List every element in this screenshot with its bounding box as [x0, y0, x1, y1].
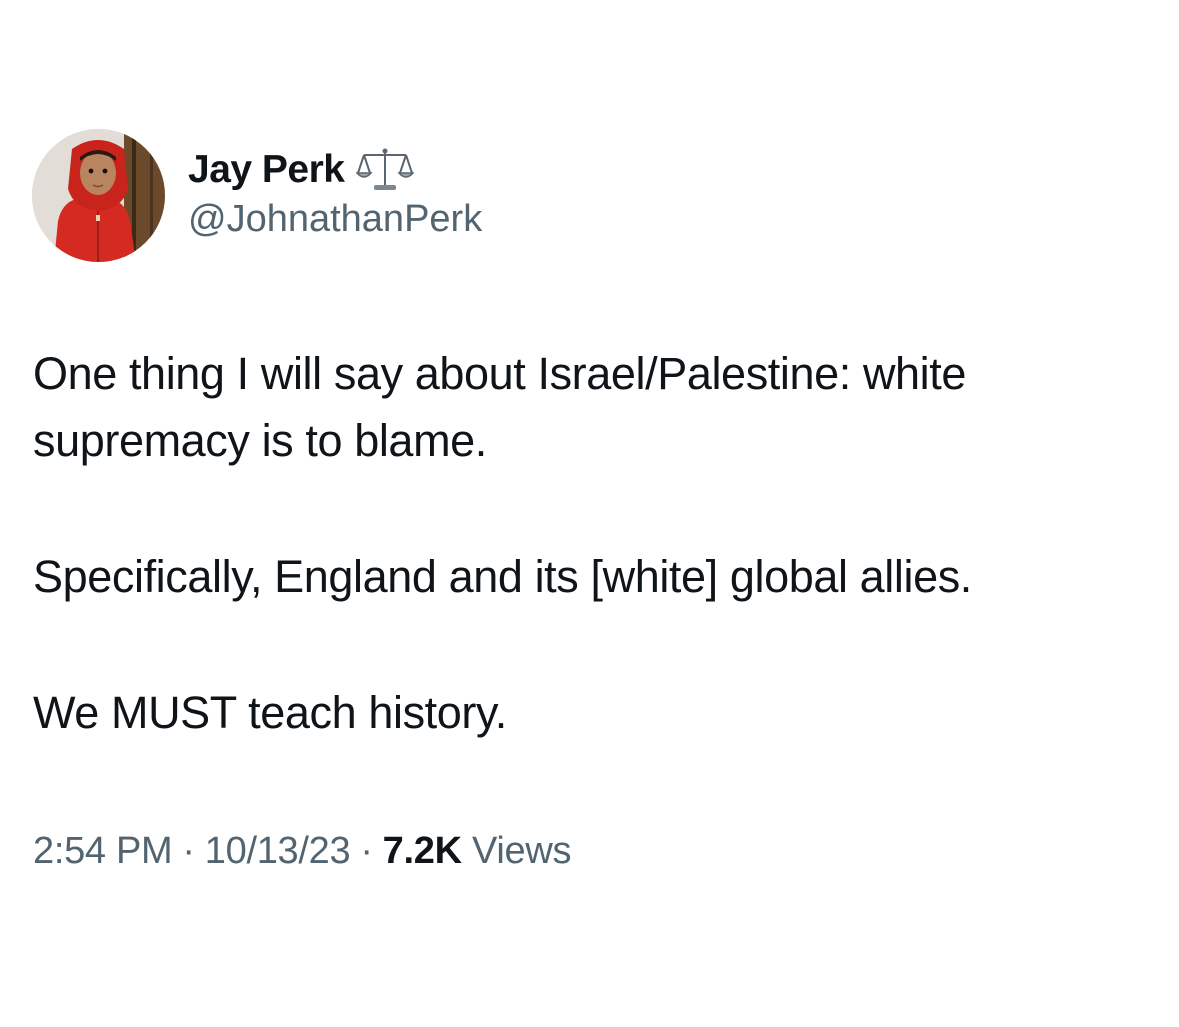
tweet-meta: 2:54 PM · 10/13/23 · 7.2K Views	[33, 830, 572, 873]
tweet-paragraph: One thing I will say about Israel/Palest…	[33, 348, 966, 466]
tweet-text: One thing I will say about Israel/Palest…	[33, 340, 1153, 746]
tweet-card: Jay Perk @JohnathanPerk One thing I will…	[0, 0, 1179, 1027]
avatar-photo	[32, 129, 165, 262]
author-name-row[interactable]: Jay Perk	[188, 146, 416, 194]
author-handle[interactable]: @JohnathanPerk	[188, 198, 482, 241]
author-display-name[interactable]: Jay Perk	[188, 148, 345, 192]
avatar[interactable]	[32, 129, 165, 262]
meta-separator: ·	[182, 830, 195, 872]
tweet-date[interactable]: 10/13/23	[205, 830, 351, 872]
tweet-paragraph: Specifically, England and its [white] gl…	[33, 551, 972, 602]
views-label[interactable]: Views	[472, 830, 571, 872]
meta-separator: ·	[360, 830, 373, 872]
views-count[interactable]: 7.2K	[383, 830, 462, 872]
scales-icon	[355, 147, 416, 193]
tweet-time[interactable]: 2:54 PM	[33, 830, 173, 872]
tweet-paragraph: We MUST teach history.	[33, 687, 507, 738]
